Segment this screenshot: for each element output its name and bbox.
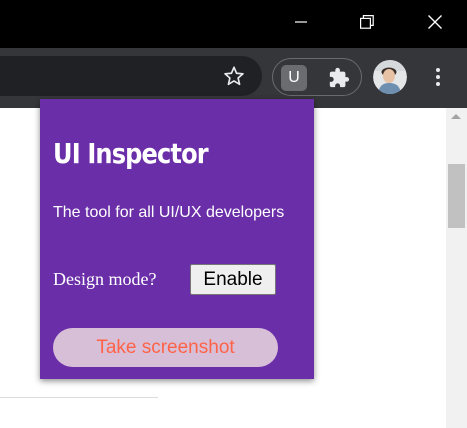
window-titlebar <box>0 0 467 48</box>
restore-button[interactable] <box>334 0 400 44</box>
ui-inspector-popup: UI Inspector The tool for all UI/UX deve… <box>40 99 314 379</box>
pinned-extensions-group: U <box>272 58 362 96</box>
kebab-menu-icon <box>436 68 440 86</box>
design-mode-label: Design mode? <box>53 269 157 289</box>
avatar <box>373 60 407 94</box>
ui-inspector-extension-button[interactable]: U <box>281 65 307 91</box>
page-divider <box>0 397 158 398</box>
take-screenshot-button[interactable]: Take screenshot <box>53 328 278 367</box>
ui-inspector-extension-label: U <box>288 69 300 86</box>
popup-tagline: The tool for all UI/UX developers <box>53 204 285 221</box>
page-scrollbar[interactable] <box>446 108 467 428</box>
star-icon <box>224 66 244 86</box>
bookmark-button[interactable] <box>218 60 250 92</box>
scrollbar-thumb[interactable] <box>448 164 465 228</box>
puzzle-icon <box>329 67 350 88</box>
close-icon <box>428 15 442 29</box>
enable-design-mode-button[interactable]: Enable <box>190 264 276 295</box>
restore-icon <box>360 15 374 29</box>
minimize-icon <box>295 21 307 23</box>
minimize-button[interactable] <box>268 0 334 44</box>
close-window-button[interactable] <box>402 0 467 44</box>
browser-menu-button[interactable] <box>426 62 450 92</box>
popup-title: UI Inspector <box>53 137 209 170</box>
profile-avatar-button[interactable] <box>373 60 407 94</box>
scroll-up-icon[interactable] <box>451 114 461 119</box>
extensions-menu-button[interactable] <box>325 64 353 92</box>
